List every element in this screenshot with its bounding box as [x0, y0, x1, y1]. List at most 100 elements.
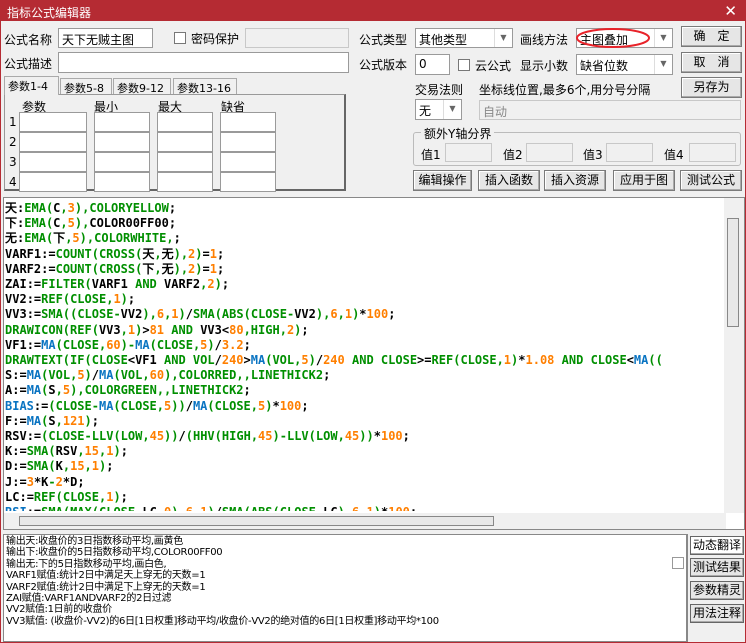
chevron-down-icon: ▼ — [443, 100, 461, 119]
code-line: F:=MA(S,121); — [5, 413, 100, 428]
param-cell-最小[interactable] — [94, 132, 150, 152]
translation-output: 输出天:收盘价的3日指数移动平均,画黄色 输出下:收盘价的5日指数移动平均,COL… — [3, 534, 687, 642]
code-line: D:=SMA(K,15,1); — [5, 459, 114, 474]
insert-function-button[interactable]: 插入函数 — [478, 170, 540, 191]
apply-to-chart-button[interactable]: 应用于图 — [613, 170, 675, 191]
cancel-button[interactable]: 取 消 — [681, 52, 742, 73]
tab-params-5-8[interactable]: 参数5-8 — [60, 78, 112, 95]
test-formula-button[interactable]: 测试公式 — [680, 170, 742, 191]
param-cell-最大[interactable] — [157, 132, 213, 152]
param-cell-最大[interactable] — [157, 172, 213, 192]
param-row-number: 4 — [9, 175, 17, 189]
usage-notes-button[interactable]: 用法注释 — [690, 604, 744, 623]
code-line: DRAWTEXT(IF(CLOSE<VF1 AND VOL/240>MA(VOL… — [5, 353, 663, 368]
edit-ops-button[interactable]: 编辑操作 — [413, 170, 472, 191]
output-line: ZAI赋值:VARF1ANDVARF2的2日过滤 — [6, 593, 172, 605]
param-cell-参数[interactable] — [19, 172, 87, 192]
param-cell-参数[interactable] — [19, 152, 87, 172]
param-cell-参数[interactable] — [19, 112, 87, 132]
code-line: A:=MA(S,5),COLORGREEN,,LINETHICK2; — [5, 383, 251, 398]
yaxis-label-4: 值4 — [664, 148, 684, 162]
type-select[interactable]: 其他类型 ▼ — [415, 28, 513, 48]
chevron-down-icon: ▼ — [654, 55, 672, 74]
title-bar: 指标公式编辑器 — [1, 1, 746, 21]
output-line: VV2赋值:1日前的收盘价 — [6, 604, 112, 616]
code-line: VV3:=SMA((CLOSE-VV2),6,1)/SMA(ABS(CLOSE-… — [5, 307, 396, 322]
axis-label: 坐标线位置,最多6个,用分号分隔 — [479, 83, 651, 97]
vertical-scrollbar[interactable] — [724, 198, 744, 513]
tab-params-1-4[interactable]: 参数1-4 — [4, 76, 59, 95]
draw-label: 画线方法 — [520, 33, 569, 47]
code-line: VF1:=MA(CLOSE,60)-MA(CLOSE,5)/3.2; — [5, 337, 251, 352]
trade-select[interactable]: 无 ▼ — [415, 99, 462, 120]
yaxis-input-2[interactable] — [526, 143, 573, 162]
output-line: VARF2赋值:统计2日中满足下上穿无的天数=1 — [6, 581, 206, 593]
param-wizard-button[interactable]: 参数精灵 — [690, 581, 744, 600]
tab-params-9-12[interactable]: 参数9-12 — [113, 78, 171, 95]
scrollbar-thumb[interactable] — [19, 516, 494, 526]
code-line: K:=SMA(RSV,15,1); — [5, 444, 128, 459]
code-line: BIAS:=(CLOSE-MA(CLOSE,5))/MA(CLOSE,5)*10… — [5, 398, 309, 413]
output-line: VARF1赋值:统计2日中满足天上穿无的天数=1 — [6, 570, 206, 582]
code-line: LC:=REF(CLOSE,1); — [5, 489, 128, 504]
param-cell-参数[interactable] — [19, 132, 87, 152]
code-text[interactable]: 天:EMA(C,3),COLORYELLOW; 下:EMA(C,5),COLOR0… — [5, 201, 725, 511]
output-line: 输出无:下的5日指数移动平均,画白色, — [6, 558, 167, 570]
param-row-number: 2 — [9, 135, 17, 149]
horizontal-scrollbar[interactable] — [4, 513, 726, 529]
trade-value: 无 — [419, 104, 432, 118]
code-line: VARF1:=COUNT(CROSS(天,无),2)=1; — [5, 246, 225, 261]
annotation-ellipse — [576, 28, 650, 48]
desc-input[interactable] — [58, 52, 349, 73]
version-input[interactable]: 0 — [415, 54, 450, 75]
param-cell-最大[interactable] — [157, 152, 213, 172]
chevron-down-icon: ▼ — [654, 29, 672, 47]
decimal-select[interactable]: 缺省位数 ▼ — [576, 54, 673, 75]
output-line: VV3赋值: (收盘价-VV2)的6日[1日权重]移动平均/收盘价-VV2的绝对… — [6, 615, 439, 627]
output-checkbox[interactable] — [672, 557, 684, 569]
name-input[interactable]: 天下无贼主图 — [58, 28, 153, 48]
param-cell-缺省[interactable] — [220, 152, 276, 172]
param-row-number: 1 — [9, 115, 17, 129]
insert-resource-button[interactable]: 插入资源 — [544, 170, 606, 191]
password-label: 密码保护 — [191, 32, 240, 46]
close-icon[interactable]: ✕ — [724, 2, 737, 20]
dynamic-translate-button[interactable]: 动态翻译 — [690, 536, 744, 555]
yaxis-input-3[interactable] — [606, 143, 653, 162]
yaxis-group-label: 额外Y轴分界 — [421, 125, 495, 142]
yaxis-input-4[interactable] — [689, 143, 736, 162]
test-result-button[interactable]: 测试结果 — [690, 558, 744, 577]
param-cell-最大[interactable] — [157, 112, 213, 132]
trade-label: 交易法则 — [415, 83, 464, 97]
chevron-down-icon: ▼ — [494, 29, 512, 47]
save-as-button[interactable]: 另存为 — [681, 77, 742, 98]
param-cell-缺省[interactable] — [220, 112, 276, 132]
param-cell-缺省[interactable] — [220, 132, 276, 152]
ok-button[interactable]: 确 定 — [681, 26, 742, 47]
tab-params-13-16[interactable]: 参数13-16 — [173, 78, 237, 95]
param-cell-最小[interactable] — [94, 152, 150, 172]
yaxis-label-2: 值2 — [503, 148, 523, 162]
code-line: ZAI:=FILTER(VARF1 AND VARF2,2); — [5, 277, 230, 292]
cloud-checkbox[interactable] — [458, 59, 470, 71]
decimal-label: 显示小数 — [520, 59, 569, 73]
code-line: 下:EMA(C,5),COLOR00FF00; — [5, 216, 177, 231]
window-title: 指标公式编辑器 — [7, 6, 92, 20]
yaxis-input-1[interactable] — [445, 143, 492, 162]
code-editor[interactable]: 天:EMA(C,3),COLORYELLOW; 下:EMA(C,5),COLOR0… — [3, 197, 745, 530]
param-cell-最小[interactable] — [94, 112, 150, 132]
param-cell-最小[interactable] — [94, 172, 150, 192]
output-line: 输出下:收盘价的5日指数移动平均,COLOR00FF00 — [6, 547, 223, 559]
param-row-number: 3 — [9, 155, 17, 169]
axis-input[interactable]: 自动 — [479, 100, 741, 120]
password-input[interactable] — [245, 28, 349, 48]
code-line: 无:EMA(下,5),COLORWHITE,; — [5, 231, 181, 246]
cloud-label: 云公式 — [475, 59, 512, 73]
scrollbar-thumb[interactable] — [727, 218, 739, 327]
param-cell-缺省[interactable] — [220, 172, 276, 192]
yaxis-label-1: 值1 — [421, 148, 441, 162]
code-line: DRAWICON(REF(VV3,1)>81 AND VV3<80,HIGH,2… — [5, 322, 309, 337]
code-line: RSV:=(CLOSE-LLV(LOW,45))/(HHV(HIGH,45)-L… — [5, 429, 410, 444]
password-checkbox[interactable] — [174, 32, 186, 44]
code-line: 天:EMA(C,3),COLORYELLOW; — [5, 201, 177, 215]
